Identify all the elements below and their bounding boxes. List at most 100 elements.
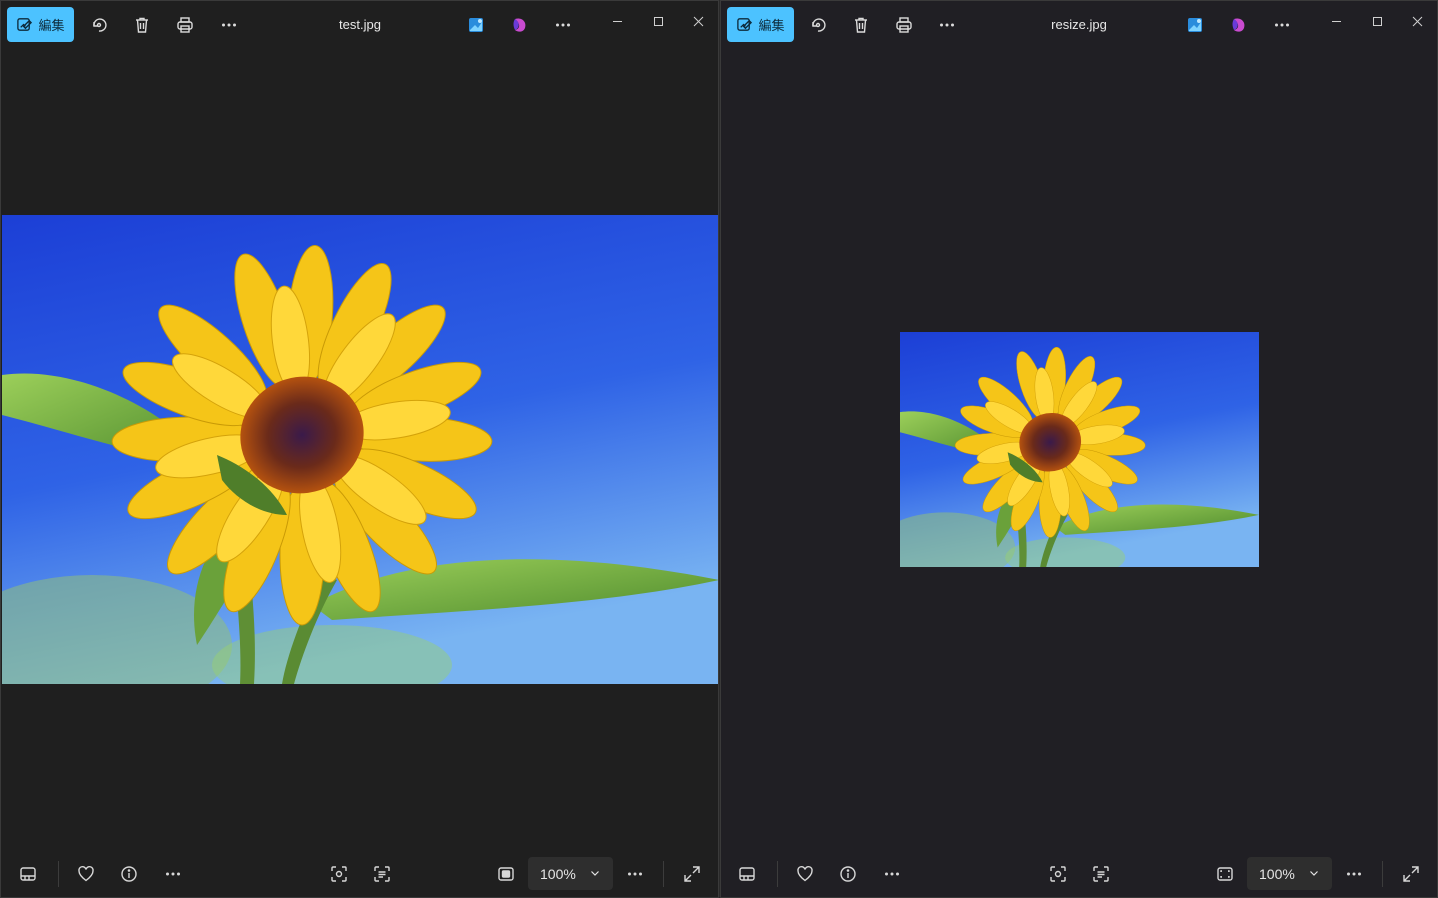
- favorite-button[interactable]: [790, 861, 820, 887]
- chevron-down-icon: [591, 871, 599, 876]
- maximize-icon: [653, 16, 663, 26]
- more-icon: [1347, 872, 1361, 876]
- zoom-more-button[interactable]: [1339, 861, 1369, 887]
- fit-to-window-button[interactable]: [1210, 861, 1240, 887]
- window-title: resize.jpg: [1051, 17, 1107, 32]
- more-options-button[interactable]: [211, 8, 247, 42]
- fit-icon: [498, 867, 514, 881]
- text-scan-button[interactable]: [1086, 861, 1116, 887]
- photos-editor-button[interactable]: [458, 8, 494, 42]
- zoom-dropdown[interactable]: 100%: [528, 857, 613, 890]
- bottom-more-button[interactable]: [158, 861, 188, 887]
- text-scan-icon: [1093, 866, 1109, 882]
- edit-image-icon: [737, 18, 753, 31]
- print-button[interactable]: [886, 8, 922, 42]
- edit-button[interactable]: 編集: [727, 7, 794, 42]
- photos-window-right: 編集 resize.jpg 100%: [720, 0, 1438, 898]
- visual-search-icon: [331, 866, 347, 882]
- print-button[interactable]: [167, 8, 203, 42]
- delete-button[interactable]: [124, 8, 160, 42]
- edit-image-icon: [17, 18, 33, 31]
- photo-canvas[interactable]: [2, 215, 718, 684]
- filmstrip-icon: [20, 867, 36, 881]
- clipchamp-button[interactable]: [1221, 8, 1257, 42]
- edit-button[interactable]: 編集: [7, 7, 74, 42]
- fullscreen-button[interactable]: [677, 861, 707, 887]
- file-info-button[interactable]: [833, 861, 863, 887]
- separator: [1382, 861, 1383, 887]
- minimize-button[interactable]: [1316, 7, 1356, 35]
- more-icon: [940, 23, 954, 27]
- close-icon: [1412, 16, 1422, 26]
- filmstrip-icon: [739, 867, 755, 881]
- more-icon: [222, 23, 236, 27]
- minimize-icon: [1331, 20, 1341, 22]
- photos-window-left: 編集 test.jpg 100%: [0, 0, 719, 898]
- separator: [777, 861, 778, 887]
- zoom-dropdown[interactable]: 100%: [1247, 857, 1332, 890]
- clipchamp-button[interactable]: [502, 8, 538, 42]
- close-button[interactable]: [678, 7, 718, 35]
- fullscreen-button[interactable]: [1396, 861, 1426, 887]
- minimize-icon: [612, 20, 622, 22]
- heart-icon: [78, 866, 94, 882]
- rotate-icon: [812, 18, 826, 32]
- photos-editor-button[interactable]: [1177, 8, 1213, 42]
- delete-button[interactable]: [843, 8, 879, 42]
- zoom-level: 100%: [540, 865, 576, 882]
- info-icon: [121, 866, 137, 882]
- fullscreen-icon: [684, 866, 700, 882]
- more-icon: [885, 872, 899, 876]
- toolbar: 編集 resize.jpg: [721, 1, 1437, 49]
- filmstrip-button[interactable]: [732, 861, 762, 887]
- zoom-more-button[interactable]: [620, 861, 650, 887]
- maximize-button[interactable]: [1357, 7, 1397, 35]
- more-icon: [1275, 23, 1289, 27]
- photos-editor-icon: [469, 18, 483, 32]
- bottom-more-button[interactable]: [877, 861, 907, 887]
- info-icon: [840, 866, 856, 882]
- separator: [663, 861, 664, 887]
- sunflower-photo: [2, 215, 718, 684]
- visual-search-button[interactable]: [324, 861, 354, 887]
- clipchamp-icon: [1232, 18, 1245, 32]
- maximize-icon: [1372, 16, 1382, 26]
- sunflower-photo: [900, 332, 1259, 567]
- favorite-button[interactable]: [71, 861, 101, 887]
- more-apps-button[interactable]: [545, 8, 581, 42]
- close-icon: [693, 16, 703, 26]
- toolbar: 編集 test.jpg: [1, 1, 718, 49]
- more-icon: [556, 23, 570, 27]
- rotate-button[interactable]: [81, 8, 117, 42]
- bottom-toolbar: 100%: [721, 849, 1437, 897]
- fit-to-window-button[interactable]: [491, 861, 521, 887]
- visual-search-button[interactable]: [1043, 861, 1073, 887]
- file-info-button[interactable]: [114, 861, 144, 887]
- zoom-level: 100%: [1259, 865, 1295, 882]
- print-icon: [896, 17, 912, 33]
- minimize-button[interactable]: [597, 7, 637, 35]
- window-title: test.jpg: [339, 17, 381, 32]
- clipchamp-icon: [513, 18, 526, 32]
- maximize-button[interactable]: [638, 7, 678, 35]
- rotate-icon: [93, 18, 107, 32]
- close-button[interactable]: [1397, 7, 1437, 35]
- separator: [58, 861, 59, 887]
- more-options-button[interactable]: [929, 8, 965, 42]
- fullscreen-icon: [1403, 866, 1419, 882]
- fit-icon: [1217, 867, 1233, 881]
- trash-icon: [136, 17, 148, 33]
- more-icon: [628, 872, 642, 876]
- photos-editor-icon: [1188, 18, 1202, 32]
- print-icon: [177, 17, 193, 33]
- chevron-down-icon: [1310, 871, 1318, 876]
- heart-icon: [797, 866, 813, 882]
- more-apps-button[interactable]: [1264, 8, 1300, 42]
- text-scan-button[interactable]: [367, 861, 397, 887]
- rotate-button[interactable]: [800, 8, 836, 42]
- visual-search-icon: [1050, 866, 1066, 882]
- filmstrip-button[interactable]: [13, 861, 43, 887]
- photo-canvas[interactable]: [900, 332, 1259, 567]
- edit-button-label: 編集: [38, 18, 65, 33]
- text-scan-icon: [374, 866, 390, 882]
